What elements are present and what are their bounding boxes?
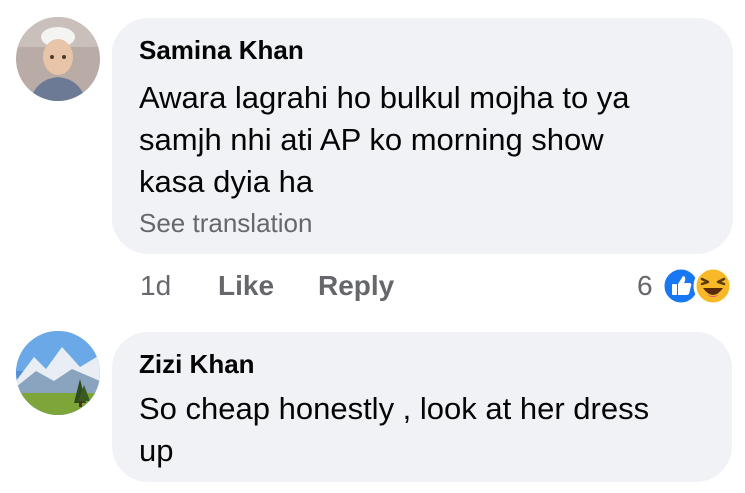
comment-text-line: Awara lagrahi ho bulkul mojha to ya xyxy=(139,80,630,115)
comment-text-line: kasa dyia ha xyxy=(139,164,314,199)
comment-timestamp[interactable]: 1d xyxy=(140,270,171,302)
comment-bubble: Zizi Khan So cheap honestly , look at he… xyxy=(112,332,732,482)
avatar-samina-khan[interactable] xyxy=(16,17,100,101)
haha-icon xyxy=(693,266,733,306)
comment-bubble: Samina Khan Awara lagrahi ho bulkul mojh… xyxy=(112,18,733,254)
comment-author[interactable]: Zizi Khan xyxy=(139,349,255,380)
like-button[interactable]: Like xyxy=(218,270,274,302)
comment-text: Awara lagrahi ho bulkul mojha to ya samj… xyxy=(139,77,630,203)
comment-text-line: up xyxy=(139,433,174,468)
reply-button[interactable]: Reply xyxy=(318,270,394,302)
comment-author[interactable]: Samina Khan xyxy=(139,35,304,66)
comment-actions: 1d Like Reply xyxy=(140,270,440,306)
reaction-count: 6 xyxy=(637,270,653,301)
see-translation-link[interactable]: See translation xyxy=(139,208,312,239)
avatar-zizi-khan[interactable] xyxy=(16,331,100,415)
comment-text: So cheap honestly , look at her dress up xyxy=(139,388,649,472)
comment-text-line: So cheap honestly , look at her dress xyxy=(139,391,650,426)
comment-text-line: samjh nhi ati AP ko morning show xyxy=(139,122,604,157)
reactions-summary[interactable]: 6 xyxy=(637,266,733,310)
